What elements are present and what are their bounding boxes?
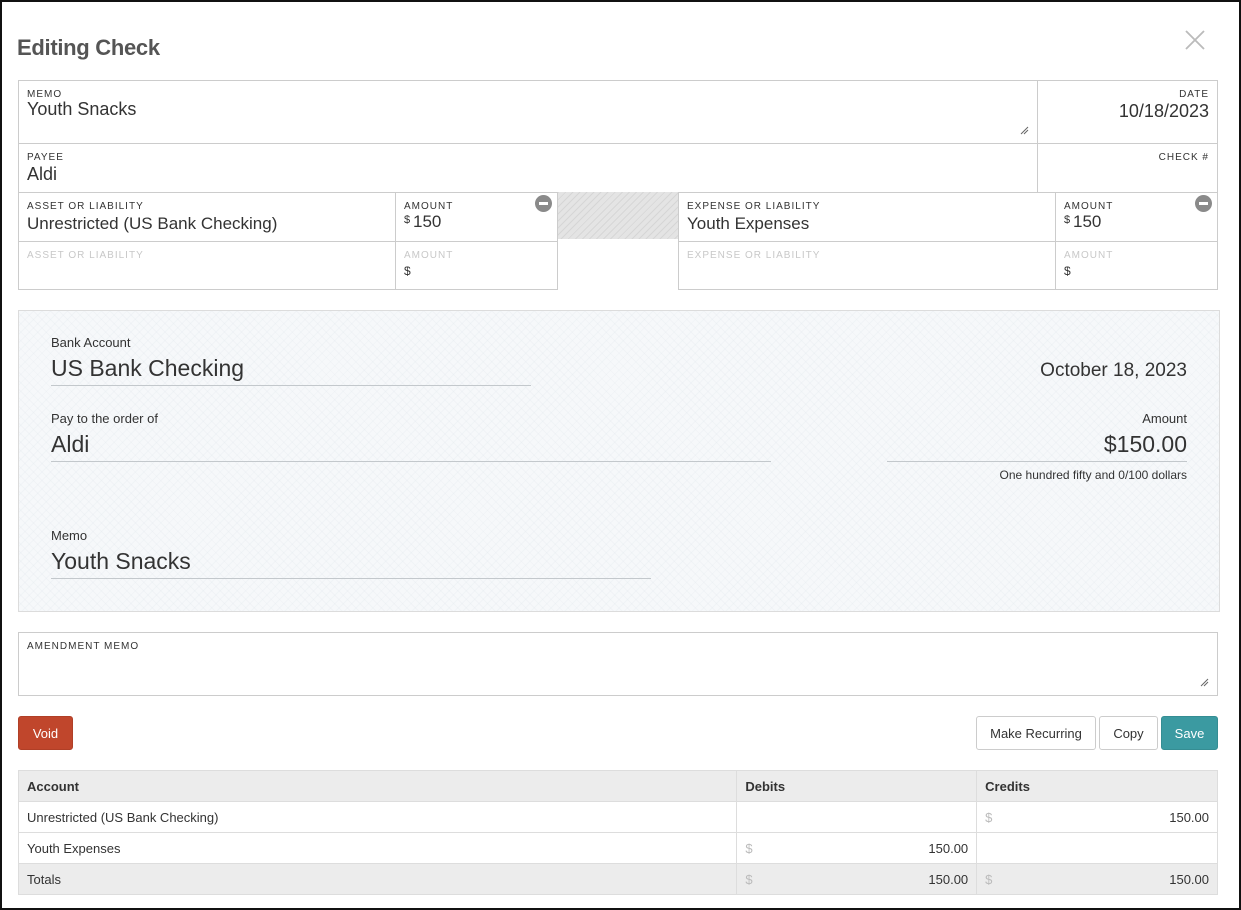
bank-account-label: Bank Account — [51, 335, 131, 350]
amendment-memo-field[interactable]: AMENDMENT MEMO — [18, 632, 1218, 696]
minus-circle-icon[interactable] — [535, 195, 552, 212]
date-value: 10/18/2023 — [1118, 101, 1209, 121]
currency-symbol: $ — [745, 840, 753, 856]
totals-debit: $150.00 — [736, 863, 978, 895]
memo-value: Youth Snacks — [27, 99, 137, 119]
debit-value: 150.00 — [928, 840, 969, 856]
check-memo-label: Memo — [51, 528, 88, 543]
asset-account-field[interactable]: ASSET OR LIABILITY Unrestricted (US Bank… — [18, 192, 396, 242]
row-credit: $150.00 — [976, 801, 1218, 833]
asset-amount-field[interactable]: AMOUNT $ 150 — [395, 192, 558, 242]
ledger-table: Account Debits Credits Unrestricted (US … — [17, 770, 1218, 895]
minus-circle-icon[interactable] — [1195, 195, 1212, 212]
row-account: Unrestricted (US Bank Checking) — [17, 801, 738, 833]
amount-label: Amount — [1142, 411, 1187, 426]
expense-account-label: EXPENSE OR LIABILITY — [687, 250, 821, 261]
payee-label: PAYEE — [27, 152, 64, 163]
split-separator — [558, 192, 679, 239]
table-row: Youth Expenses $150.00 — [17, 832, 1218, 864]
credits-column-header: Credits — [976, 770, 1218, 802]
date-field[interactable]: DATE 10/18/2023 — [1037, 80, 1218, 144]
currency-symbol: $ — [404, 214, 411, 226]
expense-account-value: Youth Expenses — [687, 214, 810, 233]
expense-amount-field-empty[interactable]: AMOUNT $ — [1055, 241, 1218, 290]
date-label: DATE — [1179, 89, 1209, 100]
asset-amount-value: 150 — [413, 212, 442, 231]
amendment-memo-label: AMENDMENT MEMO — [27, 641, 140, 652]
asset-account-label: ASSET OR LIABILITY — [27, 250, 144, 261]
currency-symbol: $ — [1064, 264, 1071, 278]
bank-account-underline — [51, 385, 531, 386]
expense-amount-field[interactable]: AMOUNT $ 150 — [1055, 192, 1218, 242]
row-debit — [736, 801, 978, 833]
check-number-field[interactable]: CHECK # — [1037, 143, 1218, 193]
table-row: Unrestricted (US Bank Checking) $150.00 — [17, 801, 1218, 833]
asset-account-field-empty[interactable]: ASSET OR LIABILITY — [18, 241, 396, 290]
payee-field[interactable]: PAYEE Aldi — [18, 143, 1038, 193]
void-button[interactable]: Void — [18, 716, 73, 750]
save-button[interactable]: Save — [1161, 716, 1218, 750]
expense-amount-label: AMOUNT — [1064, 201, 1114, 212]
credit-value: 150.00 — [1169, 809, 1209, 825]
currency-symbol: $ — [404, 264, 411, 278]
expense-account-label: EXPENSE OR LIABILITY — [687, 201, 821, 212]
row-account: Youth Expenses — [17, 832, 738, 864]
asset-amount-label: AMOUNT — [404, 250, 454, 261]
account-column-header: Account — [17, 770, 738, 802]
editing-check-dialog: Editing Check MEMO Youth Snacks DATE 10/… — [0, 0, 1241, 910]
pay-to-value: Aldi — [51, 431, 90, 457]
asset-amount-label: AMOUNT — [404, 201, 454, 212]
expense-account-field-empty[interactable]: EXPENSE OR LIABILITY — [678, 241, 1056, 290]
debits-column-header: Debits — [736, 770, 978, 802]
amount-underline — [887, 461, 1187, 462]
make-recurring-button[interactable]: Make Recurring — [976, 716, 1096, 750]
expense-account-field[interactable]: EXPENSE OR LIABILITY Youth Expenses — [678, 192, 1056, 242]
check-memo-underline — [51, 578, 651, 579]
check-number-label: CHECK # — [1158, 152, 1209, 163]
totals-debit-value: 150.00 — [928, 871, 969, 887]
currency-symbol: $ — [1064, 214, 1071, 226]
amount-value: $150.00 — [1103, 431, 1187, 457]
close-icon[interactable] — [1182, 27, 1208, 53]
currency-symbol: $ — [985, 809, 993, 825]
copy-button[interactable]: Copy — [1099, 716, 1158, 750]
pay-to-label: Pay to the order of — [51, 411, 158, 426]
resize-handle-icon[interactable] — [1020, 126, 1029, 135]
totals-credit-value: 150.00 — [1169, 871, 1209, 887]
bank-account-value: US Bank Checking — [51, 355, 245, 381]
expense-amount-label: AMOUNT — [1064, 250, 1114, 261]
table-header-row: Account Debits Credits — [17, 770, 1218, 802]
memo-field[interactable]: MEMO Youth Snacks — [18, 80, 1038, 144]
totals-credit: $150.00 — [976, 863, 1218, 895]
row-credit — [976, 832, 1218, 864]
totals-row: Totals $150.00 $150.00 — [17, 863, 1218, 895]
asset-account-value: Unrestricted (US Bank Checking) — [27, 214, 278, 233]
currency-symbol: $ — [745, 871, 753, 887]
totals-label: Totals — [17, 863, 738, 895]
check-preview: Bank Account US Bank Checking October 18… — [18, 310, 1220, 612]
check-memo-value: Youth Snacks — [51, 548, 191, 574]
asset-account-label: ASSET OR LIABILITY — [27, 201, 144, 212]
check-date: October 18, 2023 — [1040, 360, 1187, 381]
row-debit: $150.00 — [736, 832, 978, 864]
dialog-title: Editing Check — [17, 35, 160, 60]
expense-amount-value: 150 — [1073, 212, 1102, 231]
amount-in-words: One hundred fifty and 0/100 dollars — [999, 468, 1187, 482]
currency-symbol: $ — [985, 871, 993, 887]
pay-to-underline — [51, 461, 771, 462]
payee-value: Aldi — [27, 164, 58, 184]
resize-handle-icon[interactable] — [1200, 678, 1209, 687]
asset-amount-field-empty[interactable]: AMOUNT $ — [395, 241, 558, 290]
